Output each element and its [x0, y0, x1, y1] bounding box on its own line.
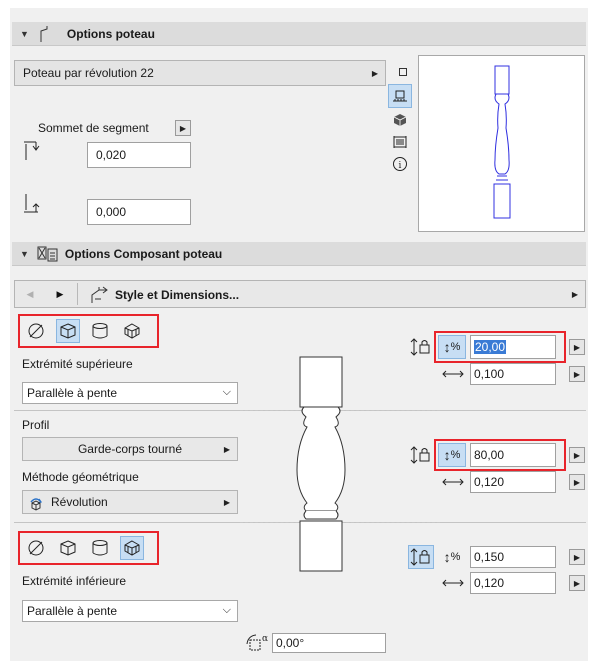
- chevron-down-icon: ⌵: [222, 604, 231, 616]
- top-end-dropdown[interactable]: Parallèle à pente ⌵: [22, 382, 238, 404]
- bottom-offset-icon: [24, 194, 40, 213]
- bottom-offset-field[interactable]: 0,000: [87, 199, 191, 225]
- column-preview: [418, 55, 585, 232]
- popup-arrow-icon: ▶: [371, 68, 378, 78]
- component-icon: [37, 246, 58, 261]
- column-options-title: Options poteau: [66, 26, 155, 41]
- bottom-end-dropdown[interactable]: Parallèle à pente ⌵: [22, 600, 238, 622]
- top-offset-icon: [24, 141, 40, 160]
- height-lock-toggle[interactable]: [408, 545, 434, 569]
- next-page-icon[interactable]: ▶: [49, 283, 71, 305]
- top-shape-highlight: [18, 314, 159, 348]
- popup-arrow-icon: ▶: [223, 444, 230, 454]
- page-title-label[interactable]: Style et Dimensions...: [115, 288, 239, 302]
- angle-field[interactable]: 0,00°: [272, 633, 386, 653]
- bottom-height-field[interactable]: 0,150: [470, 546, 556, 568]
- column-type-popup[interactable]: Poteau par révolution 22 ▶: [14, 60, 386, 86]
- previous-page-icon[interactable]: ◀: [19, 283, 41, 305]
- 3d-view-icon[interactable]: [390, 110, 410, 130]
- component-options-title: Options Composant poteau: [64, 246, 223, 261]
- profile-popup[interactable]: Garde-corps tourné ▶: [22, 437, 238, 461]
- top-width-field[interactable]: 0,100: [470, 363, 556, 385]
- segment-top-arrow-button[interactable]: ▶: [175, 120, 191, 136]
- rotation-angle-icon: α: [246, 634, 268, 651]
- segment-top-label: Sommet de segment: [38, 121, 149, 135]
- bottom-end-label: Extrémité inférieure: [22, 574, 127, 588]
- geometry-method-label: Méthode géométrique: [22, 470, 139, 484]
- collapse-triangle-icon[interactable]: ▼: [20, 249, 29, 259]
- width-icon: [442, 478, 464, 486]
- component-options-header[interactable]: ▼ Options Composant poteau: [12, 242, 586, 266]
- revolution-icon: [30, 498, 42, 511]
- bottom-height-arrow-button[interactable]: ▶: [569, 549, 585, 565]
- top-end-dropdown-value: Parallèle à pente: [27, 386, 118, 400]
- column-icon: [40, 25, 48, 42]
- bottom-width-field[interactable]: 0,120: [470, 572, 556, 594]
- mid-width-field[interactable]: 0,120: [470, 471, 556, 493]
- plan-view-icon[interactable]: [388, 84, 412, 108]
- bottom-shape-highlight: [18, 531, 159, 565]
- top-height-arrow-button[interactable]: ▶: [569, 339, 585, 355]
- popup-arrow-icon: ▶: [223, 497, 230, 507]
- geometry-method-value: Révolution: [51, 495, 108, 509]
- geometry-method-popup[interactable]: Révolution ▶: [22, 490, 238, 514]
- top-offset-field[interactable]: 0,020: [87, 142, 191, 168]
- column-type-label: Poteau par révolution 22: [23, 66, 154, 80]
- baluster-profile-drawing: [296, 356, 346, 572]
- outline-view-icon[interactable]: [392, 62, 414, 82]
- height-lock-icon[interactable]: [410, 336, 434, 358]
- bottom-end-dropdown-value: Parallèle à pente: [27, 604, 118, 618]
- percent-toggle[interactable]: ↕%: [438, 546, 466, 568]
- top-end-label: Extrémité supérieure: [22, 357, 133, 371]
- column-options-header[interactable]: ▼ Options poteau: [12, 22, 586, 46]
- top-height-highlight: [434, 331, 566, 363]
- height-lock-icon[interactable]: [410, 444, 434, 466]
- style-dimensions-icon: [91, 286, 108, 303]
- mid-width-arrow-button[interactable]: ▶: [569, 474, 585, 490]
- width-icon: [442, 370, 464, 378]
- svg-text:α: α: [262, 634, 268, 644]
- svg-text:i: i: [399, 161, 402, 171]
- profile-label: Profil: [22, 418, 50, 432]
- page-navigation-bar: ◀ ▶ Style et Dimensions... ▶: [14, 280, 586, 308]
- mid-height-highlight: [434, 439, 566, 471]
- top-width-arrow-button[interactable]: ▶: [569, 366, 585, 382]
- mid-height-arrow-button[interactable]: ▶: [569, 447, 585, 463]
- collapse-triangle-icon[interactable]: ▼: [20, 29, 29, 39]
- info-icon[interactable]: i: [390, 154, 410, 174]
- baluster-preview-drawing: [493, 65, 511, 219]
- chevron-down-icon: ⌵: [222, 386, 231, 398]
- profile-popup-value: Garde-corps tourné: [77, 442, 183, 456]
- section-view-icon[interactable]: [390, 132, 410, 152]
- bottom-width-arrow-button[interactable]: ▶: [569, 575, 585, 591]
- page-popup-arrow-icon: ▶: [571, 289, 578, 299]
- width-icon: [442, 579, 464, 587]
